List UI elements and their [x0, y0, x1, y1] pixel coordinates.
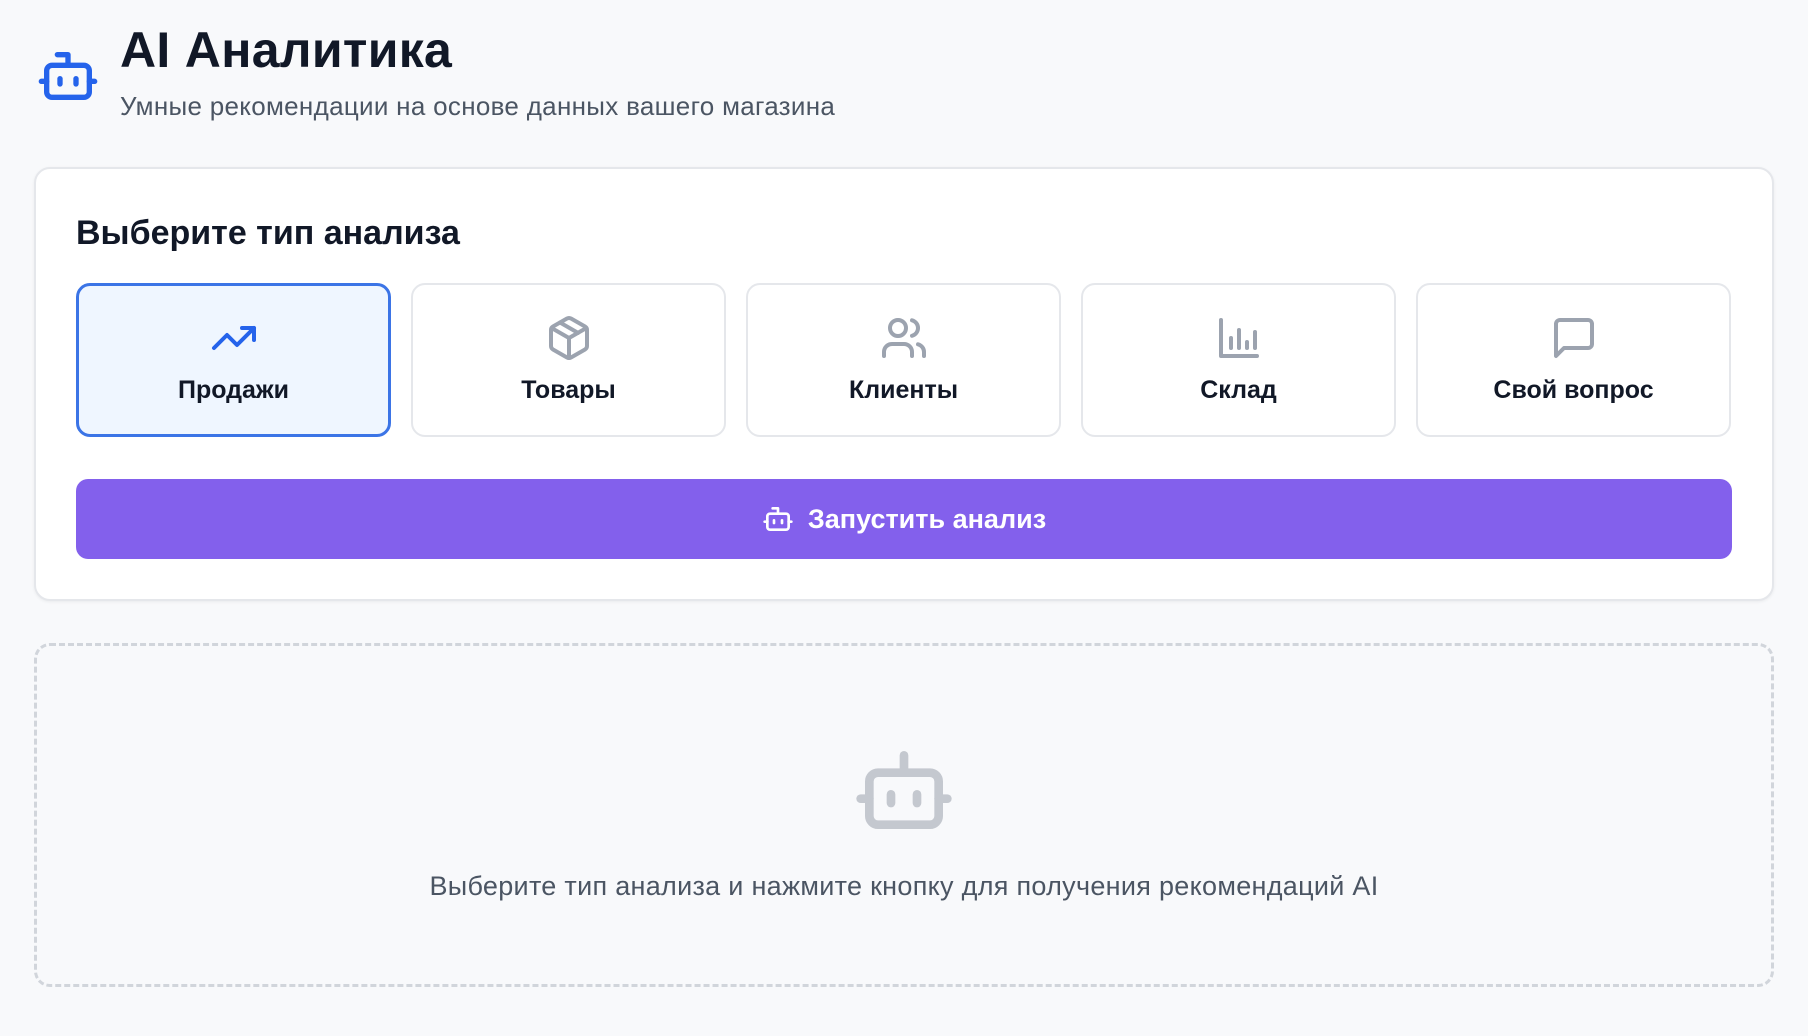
bot-icon: [38, 52, 98, 100]
empty-state-message: Выберите тип анализа и нажмите кнопку дл…: [429, 871, 1379, 901]
bar-chart-icon: [1218, 318, 1259, 358]
users-icon: [881, 318, 926, 358]
analysis-type-customers[interactable]: Клиенты: [746, 283, 1061, 437]
page-subtitle: Умные рекомендации на основе данных ваше…: [120, 91, 836, 121]
run-analysis-label: Запустить анализ: [807, 504, 1047, 534]
header-text: AI Аналитика Умные рекомендации на основ…: [120, 18, 835, 124]
card-title: Выберите тип анализа: [76, 214, 460, 252]
page-header: AI Аналитика Умные рекомендации на основ…: [36, 18, 835, 124]
bot-icon: [856, 751, 952, 829]
analysis-type-label: Товары: [521, 376, 616, 404]
analysis-type-label: Свой вопрос: [1493, 376, 1654, 404]
analysis-type-card: Выберите тип анализа Продажи Товары Клие…: [34, 167, 1774, 601]
package-icon: [548, 316, 589, 360]
run-analysis-button[interactable]: Запустить анализ: [76, 479, 1732, 559]
results-empty-state: Выберите тип анализа и нажмите кнопку дл…: [34, 643, 1774, 987]
analysis-type-products[interactable]: Товары: [411, 283, 726, 437]
analysis-type-label: Клиенты: [848, 376, 959, 404]
analysis-type-custom-question[interactable]: Свой вопрос: [1416, 283, 1731, 437]
page-title: AI Аналитика: [120, 22, 453, 78]
message-square-icon: [1553, 318, 1594, 358]
analysis-type-warehouse[interactable]: Склад: [1081, 283, 1396, 437]
bot-icon: [763, 507, 793, 531]
analysis-type-label: Склад: [1200, 376, 1277, 404]
trending-up-icon: [211, 326, 256, 350]
analysis-type-label: Продажи: [177, 376, 290, 404]
analysis-type-sales[interactable]: Продажи: [76, 283, 391, 437]
analysis-type-options: Продажи Товары Клиенты Склад Свой вопрос: [76, 283, 1731, 437]
